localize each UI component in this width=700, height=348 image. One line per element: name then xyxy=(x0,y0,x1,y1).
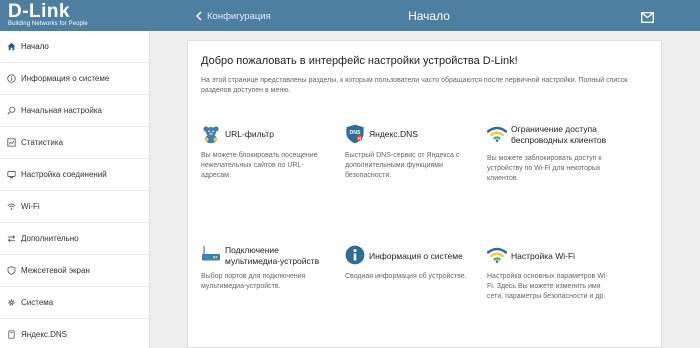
sidebar-item-label: Система xyxy=(21,298,54,307)
feature-title: Яндекс.DNS xyxy=(369,129,418,139)
feature-system-info[interactable]: Информация о системе Сводная информация … xyxy=(345,242,485,302)
sidebar-item-system[interactable]: Система xyxy=(0,287,150,319)
sidebar-item-label: Статистика xyxy=(21,138,64,147)
wifi-icon xyxy=(7,202,16,211)
feature-description: Настройка основных параметров Wi-Fi. Зде… xyxy=(487,273,608,300)
teddy-bear-icon xyxy=(201,124,221,144)
wifi-restrict-icon xyxy=(486,126,508,146)
feature-title: Ограничение доступа беспроводных клиенто… xyxy=(511,124,631,146)
feature-title: Подключение мультимедиа-устройств xyxy=(225,245,345,267)
page-title: Начало xyxy=(408,9,450,23)
welcome-card: Добро пожаловать в интерфейс настройки у… xyxy=(187,40,662,348)
sidebar-item-statistics[interactable]: Статистика xyxy=(0,127,150,159)
arrows-icon xyxy=(7,234,16,243)
sidebar-item-label: Межсетевой экран xyxy=(21,266,90,275)
chevron-left-icon xyxy=(196,11,202,21)
sidebar-item-label: Начальная настройка xyxy=(21,106,102,115)
feature-title-line-2: беспроводных клиентов xyxy=(511,135,607,145)
info-icon xyxy=(7,74,16,83)
feature-description: Быстрый DNS-сервис от Яндекса с дополнит… xyxy=(345,152,460,179)
gear-icon xyxy=(7,298,16,307)
feature-title-line-1: Подключение xyxy=(225,245,279,255)
wifi-settings-icon xyxy=(486,247,508,267)
svg-text:Я: Я xyxy=(358,136,361,141)
connection-icon xyxy=(7,170,16,179)
feature-title: Настройка Wi-Fi xyxy=(511,251,576,261)
sidebar-item-advanced[interactable]: Дополнительно xyxy=(0,223,150,255)
sidebar-item-label: Начало xyxy=(21,42,49,51)
back-link-label: Конфигурация xyxy=(207,10,271,22)
back-to-configuration-link[interactable]: Конфигурация xyxy=(196,9,271,23)
sidebar: Начало Информация о системе Начальная на… xyxy=(0,31,150,348)
sidebar-item-label: Яндекс.DNS xyxy=(21,330,68,339)
sidebar-item-home[interactable]: Начало xyxy=(0,31,150,63)
welcome-title: Добро пожаловать в интерфейс настройки у… xyxy=(201,55,518,67)
top-bar: D-Link Building Networks for People Конф… xyxy=(0,0,700,31)
feature-description: Сводная информация об устройстве. xyxy=(345,273,467,280)
sidebar-item-label: Wi-Fi xyxy=(21,202,40,211)
envelope-icon[interactable] xyxy=(641,10,654,23)
sidebar-item-initial-setup[interactable]: Начальная настройка xyxy=(0,95,150,127)
sidebar-item-firewall[interactable]: Межсетевой экран xyxy=(0,255,150,287)
router-icon xyxy=(201,245,221,265)
sidebar-item-yandex-dns[interactable]: Яндекс.DNS xyxy=(0,319,150,348)
feature-yandex-dns[interactable]: DNS Я Яндекс.DNS Быстрый DNS-сервис от Ян… xyxy=(345,124,485,184)
sidebar-item-label: Настройка соединений xyxy=(21,170,107,179)
feature-description: Вы можете блокировать посещение нежелате… xyxy=(201,152,318,179)
feature-title: Информация о системе xyxy=(369,251,463,261)
feature-url-filter[interactable]: URL-фильтр Вы можете блокировать посещен… xyxy=(201,124,341,184)
sidebar-item-system-info[interactable]: Информация о системе xyxy=(0,63,150,95)
shield-icon xyxy=(7,266,16,275)
logo-brand: D-Link xyxy=(8,1,71,22)
feature-multimedia-devices[interactable]: Подключение мультимедиа-устройств Выбор … xyxy=(201,242,341,302)
sidebar-item-label: Дополнительно xyxy=(21,234,79,243)
feature-title-line-2: мультимедиа-устройств xyxy=(225,256,320,266)
home-icon xyxy=(7,42,16,51)
dns-icon xyxy=(7,330,16,339)
dlink-logo[interactable]: D-Link Building Networks for People xyxy=(8,1,148,29)
sidebar-item-connections[interactable]: Настройка соединений xyxy=(0,159,150,191)
magic-wand-icon xyxy=(7,106,16,115)
dns-shield-icon: DNS Я xyxy=(345,124,365,144)
feature-description: Выбор портов для подключения мультимедиа… xyxy=(201,273,306,290)
welcome-description: На этой странице представлены разделы, к… xyxy=(201,77,628,94)
stats-icon xyxy=(7,138,16,147)
feature-title: URL-фильтр xyxy=(225,129,274,139)
sidebar-item-wifi[interactable]: Wi-Fi xyxy=(0,191,150,223)
feature-wifi-settings[interactable]: Настройка Wi-Fi Настройка основных парам… xyxy=(486,242,627,312)
sidebar-item-label: Информация о системе xyxy=(21,74,110,83)
feature-title-line-1: Ограничение доступа xyxy=(511,124,597,134)
feature-description: Вы можете заблокировать доступ к устройс… xyxy=(487,155,602,182)
info-circle-icon xyxy=(345,245,365,265)
feature-wireless-restriction[interactable]: Ограничение доступа беспроводных клиенто… xyxy=(486,124,627,184)
logo-tagline: Building Networks for People xyxy=(8,21,88,27)
